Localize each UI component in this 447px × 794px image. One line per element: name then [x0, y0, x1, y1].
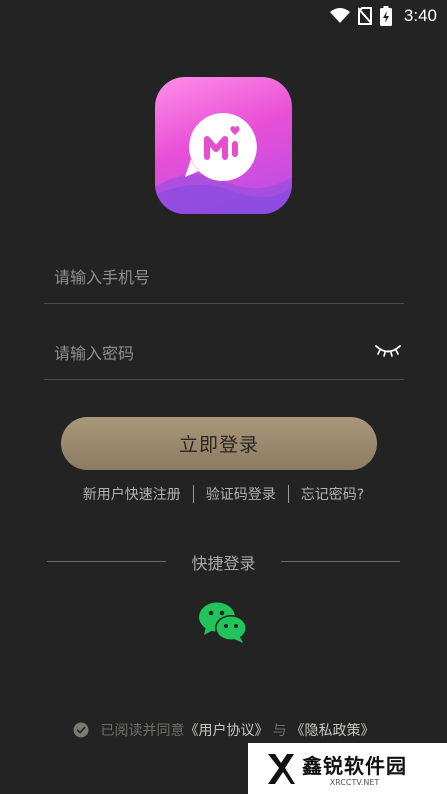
divider-line-right [281, 561, 400, 562]
phone-input[interactable] [54, 262, 354, 292]
battery-charging-icon [379, 6, 392, 26]
agreement-and: 与 [272, 723, 287, 739]
watermark-title: 鑫锐软件园 [302, 754, 407, 778]
agreement-prefix: 已阅读并同意 [100, 723, 185, 739]
divider [192, 485, 194, 503]
divider [287, 485, 289, 503]
quick-login-label: 快捷登录 [191, 554, 256, 573]
wifi-icon [329, 8, 350, 23]
app-logo [155, 77, 292, 214]
login-button[interactable]: 立即登录 [61, 417, 377, 470]
agree-checkbox[interactable] [73, 722, 89, 738]
forgot-password-link[interactable]: 忘记密码? [301, 484, 364, 504]
auth-links: 新用户快速注册 验证码登录 忘记密码? [0, 484, 447, 504]
eye-closed-icon[interactable] [374, 340, 402, 360]
agreement-row: 已阅读并同意 《用户协议》 与 《隐私政策》 [0, 720, 447, 740]
phone-field [44, 248, 404, 304]
wechat-icon[interactable] [198, 601, 248, 643]
watermark-logo-icon [268, 753, 295, 784]
site-watermark: 鑫锐软件园 XRCCTV.NET [248, 743, 447, 794]
user-agreement-link[interactable]: 《用户协议》 [185, 720, 269, 740]
sms-login-link[interactable]: 验证码登录 [206, 484, 276, 504]
password-input[interactable] [54, 338, 354, 368]
no-sim-icon [357, 7, 372, 25]
quick-login-header: 快捷登录 [0, 550, 447, 574]
status-time: 3:40 [403, 6, 437, 25]
privacy-policy-link[interactable]: 《隐私政策》 [291, 720, 375, 740]
register-link[interactable]: 新用户快速注册 [83, 484, 181, 504]
status-bar: 3:40 [0, 0, 447, 32]
password-field [44, 324, 404, 380]
watermark-subtitle: XRCCTV.NET [329, 778, 380, 787]
